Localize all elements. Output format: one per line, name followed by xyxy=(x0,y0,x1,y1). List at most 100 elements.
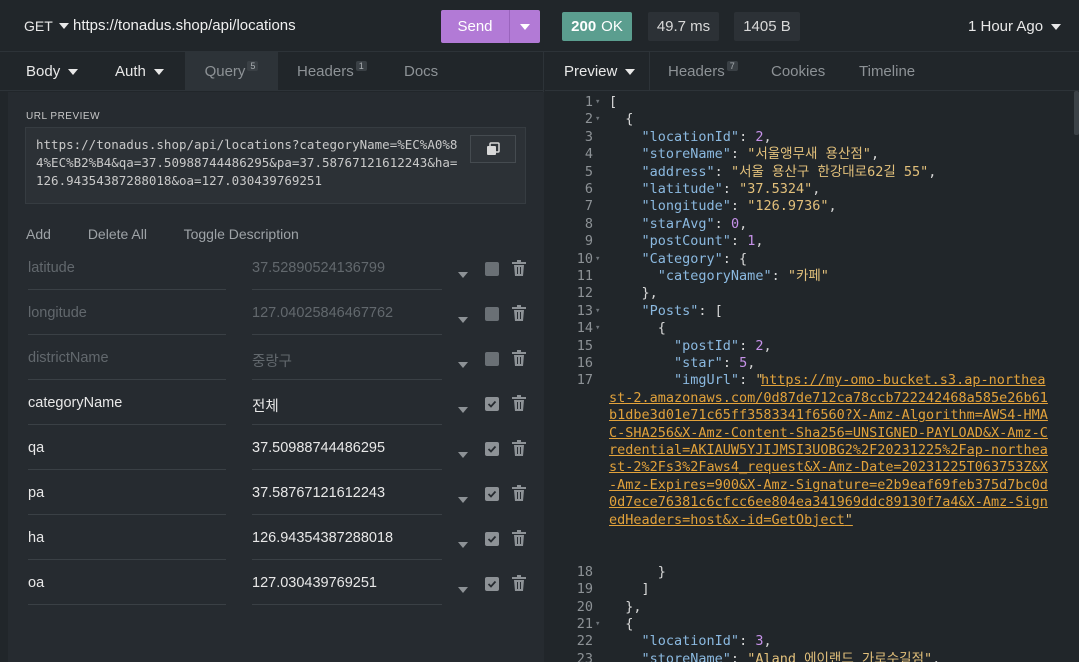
img-url-link[interactable]: https://my-omo-bucket.s3.ap-northeast-2.… xyxy=(609,372,1049,529)
tab-headers[interactable]: Headers 1 xyxy=(297,52,367,91)
chevron-down-icon xyxy=(68,68,79,75)
param-enabled-checkbox[interactable] xyxy=(485,487,499,501)
param-value-input[interactable]: 37.52890524136799 xyxy=(252,260,442,290)
copy-button[interactable] xyxy=(470,135,516,163)
query-count-badge: 5 xyxy=(247,60,259,71)
chevron-down-icon xyxy=(58,23,69,29)
response-tabs: Preview Headers 7 Cookies Timeline xyxy=(545,52,1079,91)
param-enabled-checkbox[interactable] xyxy=(485,352,499,366)
chevron-down-icon xyxy=(520,23,530,30)
param-enabled-checkbox[interactable] xyxy=(485,307,499,321)
param-options-dropdown[interactable] xyxy=(458,400,468,416)
param-value-input[interactable]: 37.58767121612243 xyxy=(252,485,442,515)
trash-icon[interactable] xyxy=(512,305,526,321)
fold-icon[interactable]: ▾ xyxy=(595,251,600,268)
tab-docs[interactable]: Docs xyxy=(404,52,438,91)
status-badge: 200 OK xyxy=(562,12,632,41)
param-value-input[interactable]: 127.04025846467762 xyxy=(252,305,442,335)
fold-icon[interactable]: ▾ xyxy=(595,111,600,128)
check-icon xyxy=(487,400,497,408)
param-value-input[interactable]: 37.50988744486295 xyxy=(252,440,442,470)
param-options-dropdown[interactable] xyxy=(458,355,468,371)
chevron-down-icon xyxy=(625,68,636,75)
tab-timeline-label: Timeline xyxy=(859,63,916,80)
param-name-input[interactable]: categoryName xyxy=(28,395,226,425)
tab-auth[interactable]: Auth xyxy=(115,52,164,91)
param-name-input[interactable]: pa xyxy=(28,485,226,515)
trash-icon[interactable] xyxy=(512,350,526,366)
toggle-description-button[interactable]: Toggle Description xyxy=(184,226,299,242)
method-select[interactable]: GET xyxy=(24,18,69,34)
scrollbar[interactable] xyxy=(1074,91,1079,135)
history-label: 1 Hour Ago xyxy=(968,18,1044,35)
send-options-button[interactable] xyxy=(510,23,540,30)
param-options-dropdown[interactable] xyxy=(458,580,468,596)
param-name-input[interactable]: districtName xyxy=(28,350,226,380)
add-param-button[interactable]: Add xyxy=(26,226,51,242)
chevron-down-icon xyxy=(458,407,468,413)
send-button[interactable]: Send xyxy=(441,10,540,43)
headers-count-badge: 1 xyxy=(355,60,367,71)
fold-icon[interactable]: ▾ xyxy=(595,320,600,337)
param-enabled-checkbox[interactable] xyxy=(485,442,499,456)
url-preview-text[interactable]: https://tonadus.shop/api/locations?categ… xyxy=(36,136,461,190)
param-options-dropdown[interactable] xyxy=(458,535,468,551)
history-dropdown[interactable]: 1 Hour Ago xyxy=(968,18,1062,35)
param-options-dropdown[interactable] xyxy=(458,310,468,326)
query-param-row: qa 37.50988744486295 xyxy=(8,432,544,477)
chevron-down-icon xyxy=(153,68,164,75)
delete-all-button[interactable]: Delete All xyxy=(88,226,147,242)
fold-icon[interactable]: ▾ xyxy=(595,616,600,633)
size-badge: 1405 B xyxy=(734,12,800,41)
tab-preview[interactable]: Preview xyxy=(564,52,636,91)
check-icon xyxy=(487,445,497,453)
param-name-input[interactable]: qa xyxy=(28,440,226,470)
trash-icon[interactable] xyxy=(512,575,526,591)
query-param-row: districtName 중랑구 xyxy=(8,342,544,387)
tab-timeline[interactable]: Timeline xyxy=(859,52,915,91)
trash-icon[interactable] xyxy=(512,260,526,276)
url-input[interactable]: https://tonadus.shop/api/locations xyxy=(73,17,296,34)
param-enabled-checkbox[interactable] xyxy=(485,397,499,411)
param-options-dropdown[interactable] xyxy=(458,265,468,281)
param-value-input[interactable]: 127.030439769251 xyxy=(252,575,442,605)
trash-icon[interactable] xyxy=(512,395,526,411)
tab-response-headers[interactable]: Headers 7 xyxy=(668,52,738,91)
trash-icon[interactable] xyxy=(512,440,526,456)
query-param-row: latitude 37.52890524136799 xyxy=(8,252,544,297)
param-enabled-checkbox[interactable] xyxy=(485,532,499,546)
trash-icon[interactable] xyxy=(512,530,526,546)
response-headers-count-badge: 7 xyxy=(726,60,738,71)
trash-icon[interactable] xyxy=(512,485,526,501)
param-enabled-checkbox[interactable] xyxy=(485,262,499,276)
tab-auth-label: Auth xyxy=(115,63,146,80)
param-name-input[interactable]: oa xyxy=(28,575,226,605)
chevron-down-icon xyxy=(458,362,468,368)
fold-icon[interactable]: ▾ xyxy=(595,94,600,111)
request-tabs: Body Auth Query 5 Headers 1 Docs xyxy=(0,52,544,91)
request-bar: GET https://tonadus.shop/api/locations S… xyxy=(0,0,1079,52)
send-label: Send xyxy=(457,18,493,35)
param-value-input[interactable]: 전체 xyxy=(252,395,442,425)
check-icon xyxy=(487,580,497,588)
query-param-row: longitude 127.04025846467762 xyxy=(8,297,544,342)
param-enabled-checkbox[interactable] xyxy=(485,577,499,591)
param-options-dropdown[interactable] xyxy=(458,445,468,461)
tab-cookies[interactable]: Cookies xyxy=(771,52,825,91)
param-name-input[interactable]: latitude xyxy=(28,260,226,290)
url-preview-box: https://tonadus.shop/api/locations?categ… xyxy=(25,127,526,204)
param-name-input[interactable]: ha xyxy=(28,530,226,560)
chevron-down-icon xyxy=(458,317,468,323)
param-actions: Add Delete All Toggle Description xyxy=(26,226,332,242)
param-options-dropdown[interactable] xyxy=(458,490,468,506)
tab-response-headers-label: Headers xyxy=(668,63,725,80)
param-name-input[interactable]: longitude xyxy=(28,305,226,335)
response-pane: Preview Headers 7 Cookies Timeline 1 ▾[ 2… xyxy=(545,52,1079,662)
fold-icon[interactable]: ▾ xyxy=(595,303,600,320)
tab-query-label: Query xyxy=(204,63,246,80)
param-value-input[interactable]: 중랑구 xyxy=(252,350,442,380)
status-text: OK xyxy=(601,18,623,35)
param-value-input[interactable]: 126.94354387288018 xyxy=(252,530,442,560)
tab-query[interactable]: Query 5 xyxy=(185,52,278,91)
tab-body[interactable]: Body xyxy=(26,52,79,91)
